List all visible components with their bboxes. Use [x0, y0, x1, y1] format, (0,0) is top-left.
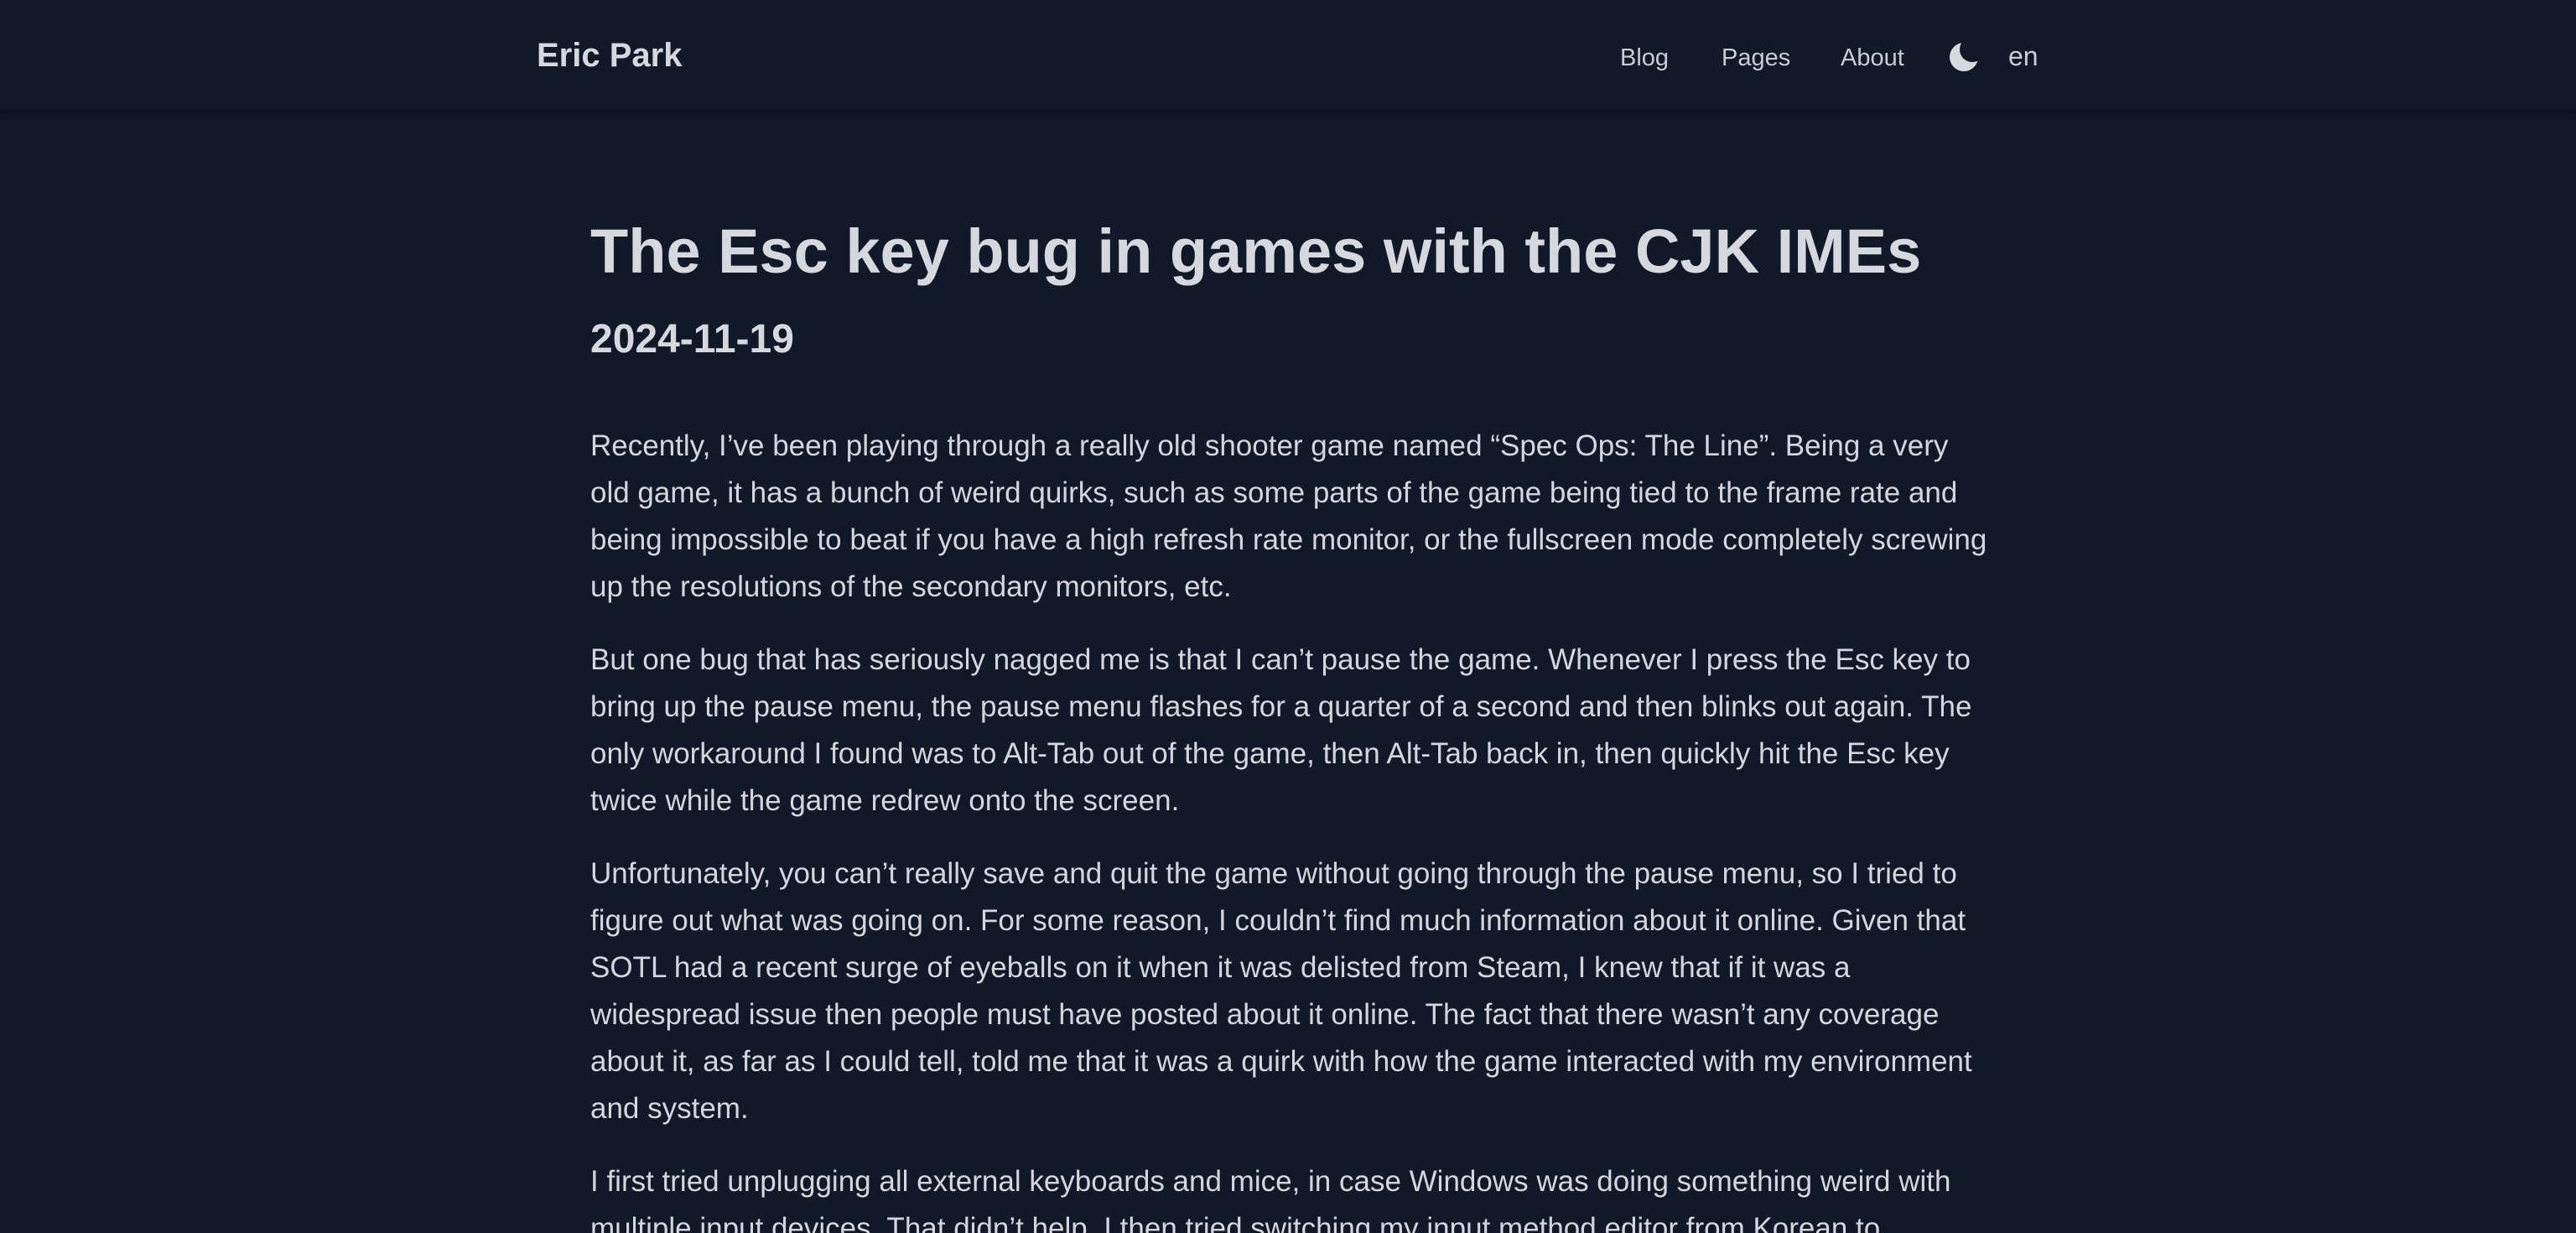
paragraph: But one bug that has seriously nagged me…	[590, 643, 1972, 817]
paragraph: Unfortunately, you can’t really save and…	[590, 857, 1972, 1125]
nav-link-blog[interactable]: Blog	[1620, 39, 1669, 77]
paragraph: Recently, I’ve been playing through a re…	[590, 429, 1987, 603]
post-title: The Esc key bug in games with the CJK IM…	[590, 216, 1922, 286]
post-body: Recently, I’ve been playing through a re…	[590, 423, 1991, 1233]
moon-icon-graphic	[1950, 37, 1985, 71]
nav-link-pages[interactable]: Pages	[1722, 39, 1790, 77]
article: The Esc key bug in games with the CJK IM…	[590, 210, 1991, 1233]
site-header: Eric Park Blog Pages About en	[0, 0, 2576, 111]
site-title-link[interactable]: Eric Park	[537, 34, 682, 77]
nav-link-about[interactable]: About	[1841, 39, 1904, 77]
post-date: 2024-11-19	[590, 317, 794, 362]
moon-icon[interactable]	[1947, 37, 1985, 74]
paragraph: I first tried unplugging all external ke…	[590, 1165, 1951, 1233]
language-switch[interactable]: en	[2008, 37, 2038, 75]
